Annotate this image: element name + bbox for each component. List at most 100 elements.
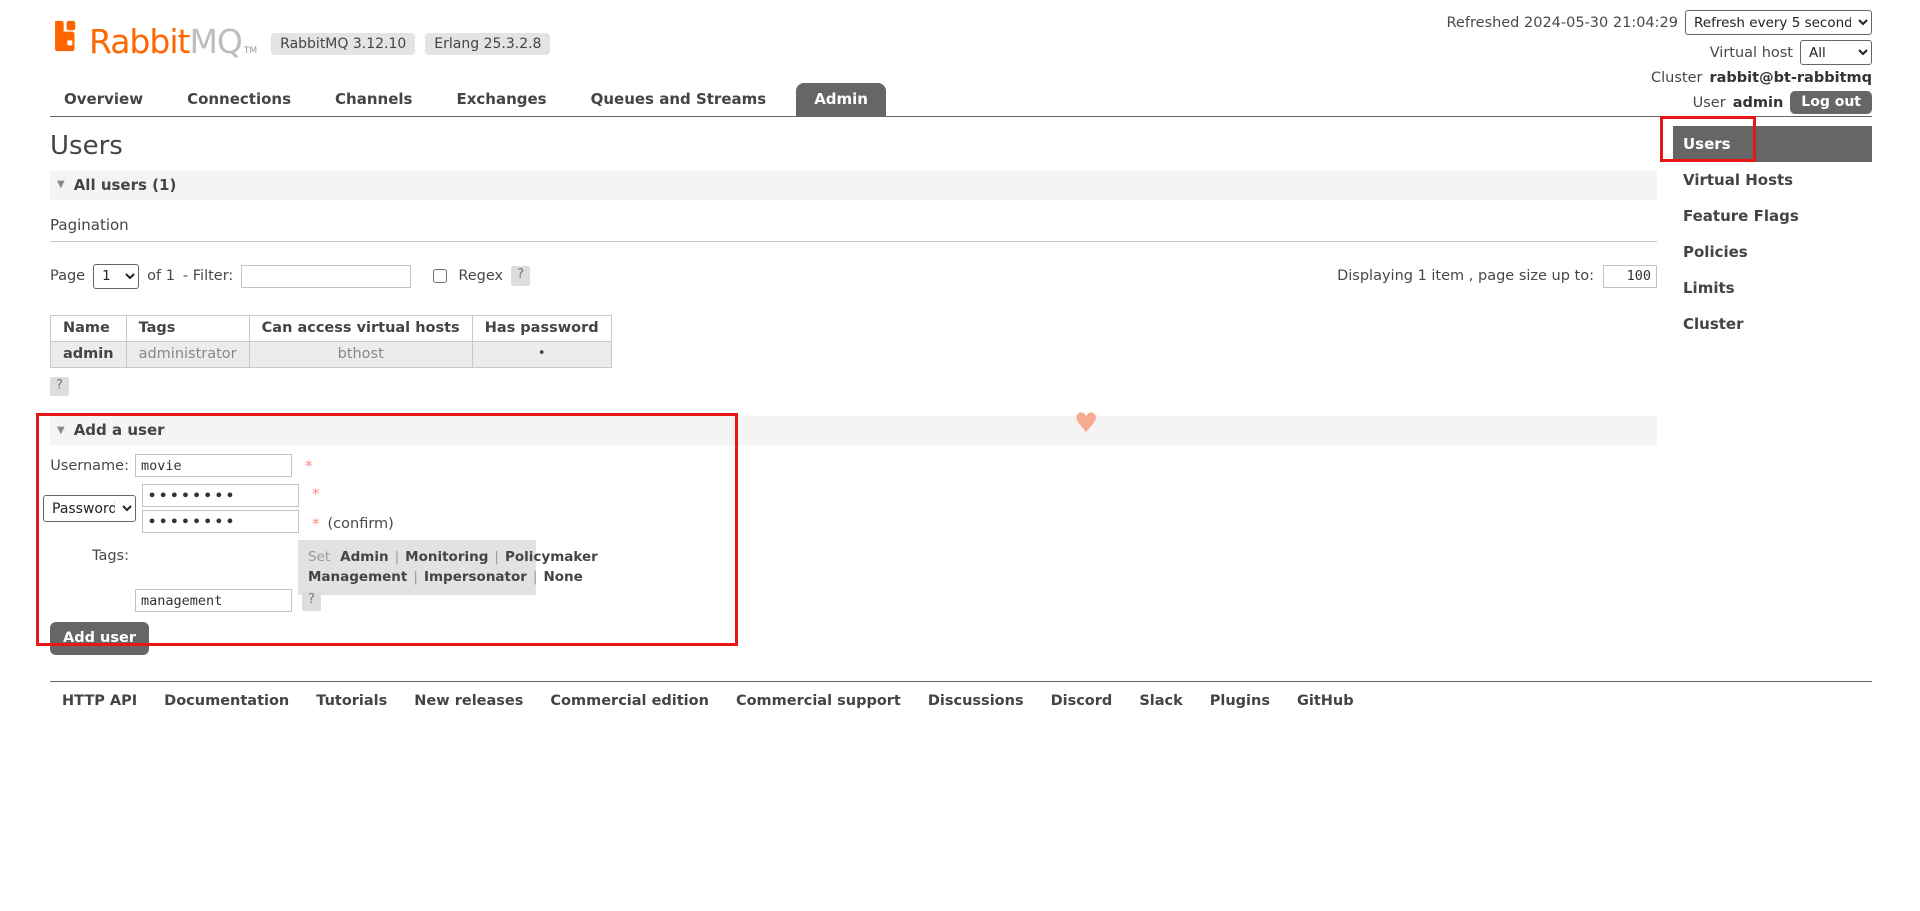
admin-sidebar: UsersVirtual HostsFeature FlagsPoliciesL… [1673,126,1872,342]
tag-separator: | [395,549,400,565]
pagination-title: Pagination [50,216,1657,242]
tag-options: Admin | Monitoring | Policymaker Management | I… [308,549,598,585]
users-table-body: adminadministratorbthost• [51,341,612,367]
footer-link-tutorials[interactable]: Tutorials [316,693,387,709]
brand-primary: Rabbit [89,25,189,58]
tags-label: Tags: [50,548,135,564]
version-badge-erlang-25-3-2-8: Erlang 25.3.2.8 [425,33,550,55]
tab-admin[interactable]: Admin [796,83,886,116]
all-users-section-header[interactable]: ▼ All users (1) [50,171,1657,200]
footer-link-slack[interactable]: Slack [1139,693,1182,709]
brand-secondary: MQ [189,25,241,58]
all-users-section-title: All users (1) [74,176,177,194]
regex-help-badge[interactable]: ? [511,266,530,286]
page-of-label: of 1 [147,268,175,284]
column-header-tags: Tags [126,315,249,341]
table-row: adminadministratorbthost• [51,341,612,367]
main-content: Users ▼ All users (1) Pagination Page 1 … [50,132,1657,671]
tag-separator: | [413,569,418,585]
sidebar-item-feature-flags[interactable]: Feature Flags [1673,198,1872,234]
tab-connections[interactable]: Connections [173,83,305,116]
sidebar-item-virtual-hosts[interactable]: Virtual Hosts [1673,162,1872,198]
page-title: Users [50,132,1657,161]
password-field[interactable] [142,484,299,507]
sidebar-item-cluster[interactable]: Cluster [1673,306,1872,342]
page-size-input[interactable] [1603,265,1657,288]
footer-links: HTTP API Documentation Tutorials New releas… [50,691,1872,709]
username-label: Username: [50,458,135,474]
sidebar-item-limits[interactable]: Limits [1673,270,1872,306]
footer-link-commercial-support[interactable]: Commercial support [736,693,901,709]
filter-row: Page 1 of 1 - Filter: Regex ? Displaying… [50,264,1657,289]
displaying-text: Displaying 1 item , page size up to: [1337,268,1594,284]
footer-link-http-api[interactable]: HTTP API [62,693,137,709]
user-has-password-cell: • [472,341,611,367]
sidebar-item-policies[interactable]: Policies [1673,234,1872,270]
tab-bar: Overview Connections Channels Exchanges Queu… [50,83,1872,117]
tag-option-impersonator[interactable]: Impersonator [424,569,527,585]
tag-option-admin[interactable]: Admin [340,549,388,565]
password-confirm-field[interactable] [142,510,299,533]
page-label: Page [50,268,85,284]
footer: HTTP API Documentation Tutorials New releas… [50,681,1872,709]
virtual-host-label: Virtual host [1710,45,1793,61]
tab-channels[interactable]: Channels [321,83,426,116]
username-field[interactable] [135,454,292,477]
users-table-header-row: NameTagsCan access virtual hostsHas pass… [51,315,612,341]
tags-field[interactable] [135,589,292,612]
column-header-can-access-virtual-hosts: Can access virtual hosts [249,315,472,341]
regex-label: Regex [458,268,503,284]
tag-separator: | [533,569,538,585]
user-vhosts-cell: bthost [249,341,472,367]
sidebar-item-users[interactable]: Users [1673,126,1872,162]
password-type-select[interactable]: Password: [43,495,136,522]
version-badges: RabbitMQ 3.12.10 Erlang 25.3.2.8 [271,33,550,55]
footer-link-discussions[interactable]: Discussions [928,693,1024,709]
add-user-section-title: Add a user [74,421,165,439]
brand-trademark: TM [244,46,257,56]
rabbitmq-logo[interactable]: RabbitMQ TM [50,18,257,58]
footer-link-discord[interactable]: Discord [1051,693,1113,709]
page-select[interactable]: 1 [93,264,139,289]
user-tags-cell: administrator [126,341,249,367]
add-user-section: ▼ Add a user Username: * Password: * * [50,416,1657,671]
tag-option-monitoring[interactable]: Monitoring [405,549,488,565]
collapse-triangle-icon: ▼ [57,179,65,190]
tag-options-panel: SetAdmin|Monitoring|PolicymakerManagemen… [298,540,536,595]
filter-input[interactable] [241,265,411,288]
tab-queues-and-streams[interactable]: Queues and Streams [577,83,781,116]
required-asterisk: * [312,515,320,533]
users-table: NameTagsCan access virtual hostsHas pass… [50,315,612,368]
required-asterisk: * [305,457,313,475]
add-user-section-header[interactable]: ▼ Add a user [50,416,1657,445]
tag-option-none[interactable]: None [543,569,582,585]
virtual-host-select[interactable]: All [1800,40,1872,65]
tab-overview[interactable]: Overview [50,83,157,116]
column-header-has-password: Has password [472,315,611,341]
footer-link-new-releases[interactable]: New releases [414,693,523,709]
user-name-cell[interactable]: admin [51,341,127,367]
refresh-interval-select[interactable]: Refresh every 5 seconds [1685,10,1872,35]
regex-checkbox[interactable] [433,269,447,283]
column-header-name: Name [51,315,127,341]
rabbitmq-logo-icon [50,18,89,58]
tags-help-badge[interactable]: ? [302,591,321,611]
add-user-button[interactable]: Add user [50,622,149,655]
tag-option-policymaker[interactable]: Policymaker [505,549,598,565]
refreshed-timestamp: Refreshed 2024-05-30 21:04:29 [1447,15,1679,31]
heart-icon: ♥ [1074,410,1098,437]
footer-link-documentation[interactable]: Documentation [164,693,289,709]
footer-link-plugins[interactable]: Plugins [1210,693,1270,709]
collapse-triangle-icon: ▼ [57,425,65,436]
footer-link-github[interactable]: GitHub [1297,693,1354,709]
tag-separator: | [494,549,499,565]
filter-label: - Filter: [183,268,233,284]
header: RabbitMQ TM RabbitMQ 3.12.10 Erlang 25.3.… [0,0,1920,117]
version-badge-rabbitmq-3-12-10: RabbitMQ 3.12.10 [271,33,415,55]
footer-link-commercial-edition[interactable]: Commercial edition [550,693,709,709]
users-table-help-badge[interactable]: ? [50,377,69,397]
tag-option-management[interactable]: Management [308,569,407,585]
tab-exchanges[interactable]: Exchanges [442,83,560,116]
required-asterisk: * [312,485,320,503]
confirm-label: (confirm) [328,516,394,532]
